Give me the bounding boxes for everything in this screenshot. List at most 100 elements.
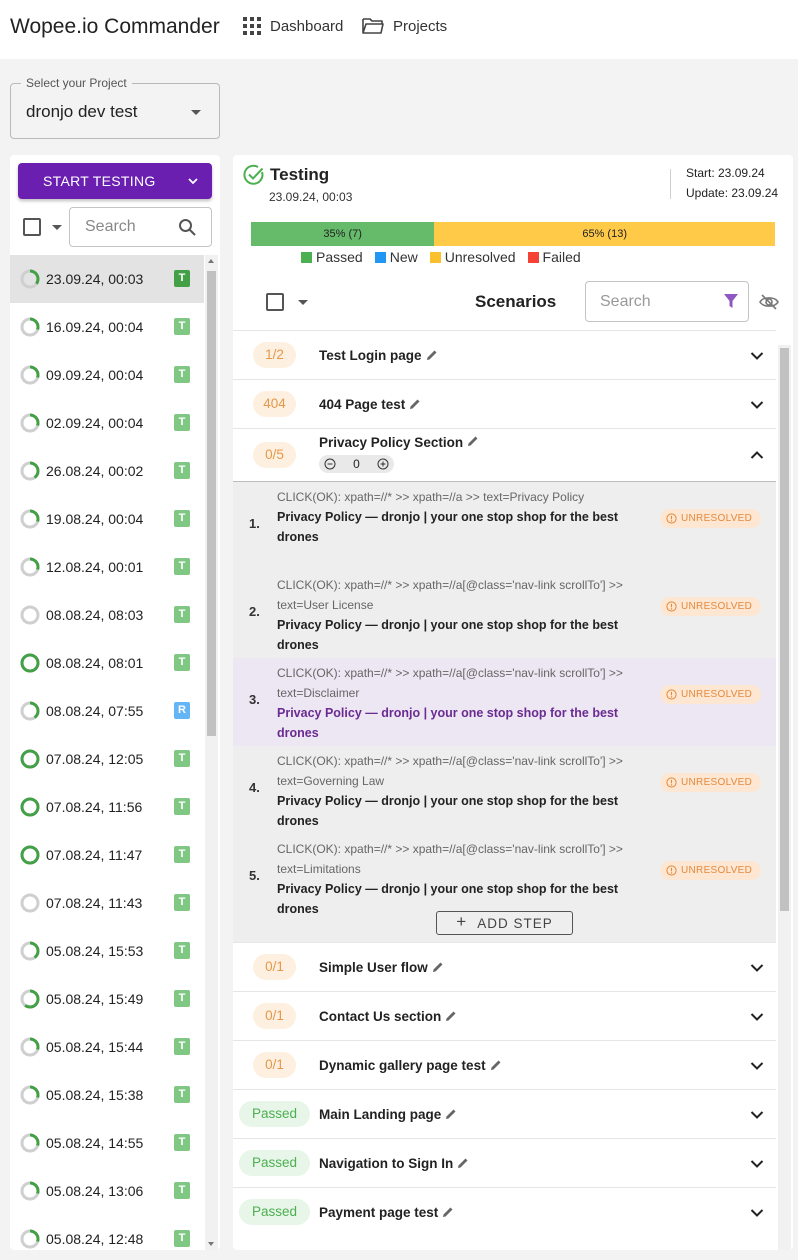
scenario-row[interactable]: 0/1 Simple User flow xyxy=(233,942,776,991)
run-list-item[interactable]: 05.08.24, 15:38 T xyxy=(10,1071,204,1119)
status-update: Update: 23.09.24 xyxy=(686,186,779,200)
scroll-down-icon[interactable] xyxy=(208,1242,214,1246)
scenario-name[interactable]: Navigation to Sign In xyxy=(319,1156,469,1171)
select-all-runs-checkbox[interactable] xyxy=(23,218,41,236)
scenario-row[interactable]: 0/1 Dynamic gallery page test xyxy=(233,1040,776,1089)
step-row[interactable]: 1. CLICK(OK): xpath=//* >> xpath=//a >> t… xyxy=(233,482,776,570)
scenario-name[interactable]: Privacy Policy Section xyxy=(319,435,479,450)
run-list-item[interactable]: 26.08.24, 00:02 T xyxy=(10,447,204,495)
scenario-row[interactable]: Passed Payment page test xyxy=(233,1187,776,1236)
chevron-down-icon[interactable] xyxy=(750,351,764,361)
add-step-button[interactable]: + ADD STEP xyxy=(436,911,573,935)
scenario-name[interactable]: Test Login page xyxy=(319,348,438,363)
run-list-item[interactable]: 05.08.24, 15:44 T xyxy=(10,1023,204,1071)
select-menu-arrow-icon[interactable] xyxy=(298,300,308,305)
scenario-name[interactable]: 404 Page test xyxy=(319,397,421,412)
chevron-down-icon[interactable] xyxy=(750,1208,764,1218)
legend-swatch xyxy=(301,251,312,263)
chevron-down-icon[interactable] xyxy=(187,175,199,187)
step-row[interactable]: 5. CLICK(OK): xpath=//* >> xpath=//a[@cla… xyxy=(233,834,776,922)
step-status-label: UNRESOLVED xyxy=(681,777,753,788)
pencil-icon[interactable] xyxy=(445,1010,457,1022)
chevron-up-icon[interactable] xyxy=(750,450,764,460)
step-row[interactable]: 3. CLICK(OK): xpath=//* >> xpath=//a[@cla… xyxy=(233,658,776,746)
scenario-name[interactable]: Contact Us section xyxy=(319,1009,457,1024)
run-type-badge: T xyxy=(174,1038,190,1055)
chevron-down-icon[interactable] xyxy=(750,963,764,973)
run-list-item[interactable]: 19.08.24, 00:04 T xyxy=(10,495,204,543)
runs-scrollbar-thumb[interactable] xyxy=(207,271,216,736)
run-list-item[interactable]: 05.08.24, 13:06 T xyxy=(10,1167,204,1215)
runs-search-input[interactable]: Search xyxy=(69,207,212,247)
run-list-item[interactable]: 02.09.24, 00:04 T xyxy=(10,399,204,447)
runs-scrollbar[interactable] xyxy=(205,255,218,1250)
run-list-item[interactable]: 05.08.24, 15:53 T xyxy=(10,927,204,975)
run-list-item[interactable]: 16.09.24, 00:04 T xyxy=(10,303,204,351)
run-list-item[interactable]: 08.08.24, 07:55 R xyxy=(10,687,204,735)
run-list-item[interactable]: 09.09.24, 00:04 T xyxy=(10,351,204,399)
eye-off-icon[interactable] xyxy=(759,293,779,311)
plus-circle-icon[interactable] xyxy=(377,458,389,470)
scenario-name[interactable]: Simple User flow xyxy=(319,960,444,975)
scenario-row[interactable]: 404 404 Page test xyxy=(233,379,776,428)
chevron-down-icon[interactable] xyxy=(750,1012,764,1022)
scenarios-scrollbar[interactable] xyxy=(778,345,791,1250)
step-row[interactable]: 4. CLICK(OK): xpath=//* >> xpath=//a[@cla… xyxy=(233,746,776,834)
run-list-item[interactable]: 23.09.24, 00:03 T xyxy=(10,255,204,303)
scenario-row[interactable]: 1/2 Test Login page xyxy=(233,330,776,379)
pencil-icon[interactable] xyxy=(467,435,479,447)
progress-ring-icon xyxy=(20,749,40,769)
pencil-icon[interactable] xyxy=(457,1157,469,1169)
pencil-icon[interactable] xyxy=(432,961,444,973)
select-menu-arrow-icon[interactable] xyxy=(52,225,62,230)
scenario-status-pill: Passed xyxy=(239,1199,310,1225)
chevron-down-icon[interactable] xyxy=(750,400,764,410)
start-testing-button[interactable]: START TESTING xyxy=(18,163,212,199)
scenarios-search-input[interactable]: Search xyxy=(585,281,749,322)
run-list-item[interactable]: 05.08.24, 14:55 T xyxy=(10,1119,204,1167)
run-list-item[interactable]: 05.08.24, 12:48 T xyxy=(10,1215,204,1250)
scenario-row-expanded[interactable]: 0/5 Privacy Policy Section 0 xyxy=(233,428,776,482)
run-list-item[interactable]: 05.08.24, 15:49 T xyxy=(10,975,204,1023)
step-number: 4. xyxy=(249,780,260,795)
chevron-down-icon[interactable] xyxy=(750,1159,764,1169)
pencil-icon[interactable] xyxy=(445,1108,457,1120)
run-type-badge: T xyxy=(174,1182,190,1199)
run-list-item[interactable]: 08.08.24, 08:03 T xyxy=(10,591,204,639)
step-row[interactable]: 2. CLICK(OK): xpath=//* >> xpath=//a[@cla… xyxy=(233,570,776,658)
run-list-item[interactable]: 12.08.24, 00:01 T xyxy=(10,543,204,591)
run-list-item[interactable]: 08.08.24, 08:01 T xyxy=(10,639,204,687)
scenario-row[interactable]: Passed Main Landing page xyxy=(233,1089,776,1138)
pencil-icon[interactable] xyxy=(426,349,438,361)
nav-projects-label: Projects xyxy=(393,17,448,35)
nav-dashboard[interactable]: Dashboard xyxy=(242,16,343,36)
chevron-down-icon[interactable] xyxy=(750,1110,764,1120)
minus-circle-icon[interactable] xyxy=(324,458,336,470)
filter-icon[interactable] xyxy=(723,293,739,310)
chevron-down-icon[interactable] xyxy=(750,1061,764,1071)
run-type-badge: T xyxy=(174,462,190,479)
progress-ring-icon xyxy=(20,701,40,721)
progress-ring-icon xyxy=(20,653,40,673)
pencil-icon[interactable] xyxy=(409,398,421,410)
scenario-name[interactable]: Main Landing page xyxy=(319,1107,457,1122)
scenario-row[interactable]: 0/1 Contact Us section xyxy=(233,991,776,1040)
scroll-up-icon[interactable] xyxy=(208,259,214,263)
run-type-badge: T xyxy=(174,1086,190,1103)
scenarios-scrollbar-thumb[interactable] xyxy=(780,348,789,911)
run-list-item[interactable]: 07.08.24, 12:05 T xyxy=(10,735,204,783)
scenario-name[interactable]: Dynamic gallery page test xyxy=(319,1058,502,1073)
nav-projects[interactable]: Projects xyxy=(361,16,447,36)
pencil-icon[interactable] xyxy=(442,1206,454,1218)
run-list-item[interactable]: 07.08.24, 11:56 T xyxy=(10,783,204,831)
step-number: 1. xyxy=(249,516,260,531)
run-list-item[interactable]: 07.08.24, 11:47 T xyxy=(10,831,204,879)
run-list-item[interactable]: 07.08.24, 11:43 T xyxy=(10,879,204,927)
legend-swatch xyxy=(374,251,386,263)
scenario-name[interactable]: Payment page test xyxy=(319,1205,454,1220)
scenario-row[interactable]: Passed Navigation to Sign In xyxy=(233,1138,776,1187)
select-all-scenarios-checkbox[interactable] xyxy=(266,293,284,311)
results-panel: Testing 23.09.24, 00:03 Start: 23.09.24 … xyxy=(233,155,793,1250)
project-select[interactable]: Select your Project dronjo dev test xyxy=(10,76,220,139)
pencil-icon[interactable] xyxy=(490,1059,502,1071)
